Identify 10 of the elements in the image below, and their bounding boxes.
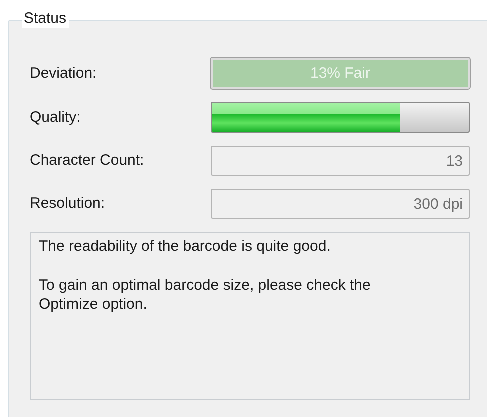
- field-label: Character Count:: [30, 152, 144, 170]
- readonly-field: 13: [211, 146, 470, 176]
- group-title: Status: [22, 10, 69, 28]
- field-label: Resolution:: [30, 195, 106, 213]
- deviation-indicator: 13% Fair: [211, 58, 470, 89]
- message-text: The readability of the barcode is quite good.: [39, 237, 332, 256]
- field-label: Quality:: [30, 108, 81, 126]
- field-label: Deviation:: [30, 64, 97, 82]
- readonly-field: 300 dpi: [211, 189, 470, 219]
- message-text: To gain an optimal barcode size, please check the Optimize option.: [39, 276, 372, 314]
